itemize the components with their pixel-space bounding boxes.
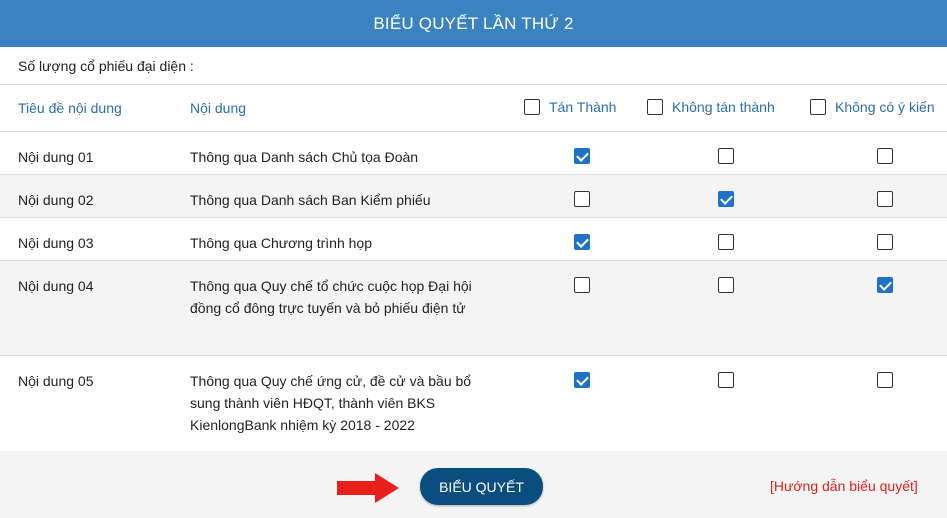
header-approve-label: Tán Thành <box>549 99 617 115</box>
vote-button[interactable]: BIỂU QUYẾT <box>420 468 543 505</box>
row-content: Thông qua Danh sách Ban Kiểm phiếu <box>190 192 431 208</box>
table-row: Nội dung 03 Thông qua Chương trình họp <box>0 217 947 260</box>
voting-guide-link[interactable]: [Hướng dẫn biểu quyết] <box>770 478 918 494</box>
right-arrow-icon <box>337 473 399 503</box>
row-title: Nội dung 02 <box>18 192 94 208</box>
shares-input[interactable] <box>201 53 254 78</box>
header-no-opinion-all[interactable]: Không có ý kiến <box>810 99 935 115</box>
header-disapprove-label: Không tán thành <box>672 99 775 115</box>
approve-checkbox[interactable] <box>574 191 590 207</box>
footer: BIỂU QUYẾT [Hướng dẫn biểu quyết] <box>0 451 947 518</box>
no-opinion-checkbox[interactable] <box>877 148 893 164</box>
approve-checkbox[interactable] <box>574 372 590 388</box>
voting-panel: BIỂU QUYẾT LẦN THỨ 2 Số lượng cổ phiếu đ… <box>0 0 947 518</box>
shares-row: Số lượng cổ phiếu đại diện : <box>0 47 947 85</box>
approve-checkbox[interactable] <box>574 148 590 164</box>
header-no-opinion-label: Không có ý kiến <box>835 99 935 115</box>
row-title: Nội dung 04 <box>18 278 94 294</box>
table-header: Tiêu đề nội dung Nội dung Tán Thành Khôn… <box>0 85 947 131</box>
no-opinion-checkbox[interactable] <box>877 277 893 293</box>
header-disapprove-all[interactable]: Không tán thành <box>647 99 775 115</box>
table-row: Nội dung 01 Thông qua Danh sách Chủ tọa … <box>0 131 947 174</box>
row-title: Nội dung 03 <box>18 235 94 251</box>
disapprove-checkbox[interactable] <box>718 234 734 250</box>
table-row: Nội dung 02 Thông qua Danh sách Ban Kiểm… <box>0 174 947 217</box>
header-title-column: Tiêu đề nội dung <box>18 100 122 116</box>
disapprove-checkbox[interactable] <box>718 148 734 164</box>
disapprove-all-checkbox[interactable] <box>647 99 663 115</box>
approve-checkbox[interactable] <box>574 234 590 250</box>
disapprove-checkbox[interactable] <box>718 191 734 207</box>
header-content-column: Nội dung <box>190 100 247 116</box>
row-content: Thông qua Quy chế ứng cử, đề cử và bầu b… <box>190 373 472 433</box>
table-row: Nội dung 04 Thông qua Quy chế tổ chức cu… <box>0 260 947 355</box>
no-opinion-checkbox[interactable] <box>877 191 893 207</box>
approve-checkbox[interactable] <box>574 277 590 293</box>
no-opinion-all-checkbox[interactable] <box>810 99 826 115</box>
row-content: Thông qua Quy chế tổ chức cuộc họp Đại h… <box>190 278 472 316</box>
no-opinion-checkbox[interactable] <box>877 234 893 250</box>
page-title: BIỂU QUYẾT LẦN THỨ 2 <box>0 0 947 47</box>
no-opinion-checkbox[interactable] <box>877 372 893 388</box>
disapprove-checkbox[interactable] <box>718 372 734 388</box>
disapprove-checkbox[interactable] <box>718 277 734 293</box>
shares-label: Số lượng cổ phiếu đại diện : <box>18 57 194 74</box>
row-content: Thông qua Chương trình họp <box>190 235 373 251</box>
row-title: Nội dung 05 <box>18 373 94 389</box>
table-row: Nội dung 05 Thông qua Quy chế ứng cử, đề… <box>0 355 947 451</box>
row-title: Nội dung 01 <box>18 149 94 165</box>
row-content: Thông qua Danh sách Chủ tọa Đoàn <box>190 149 419 165</box>
header-approve-all[interactable]: Tán Thành <box>524 99 616 115</box>
approve-all-checkbox[interactable] <box>524 99 540 115</box>
